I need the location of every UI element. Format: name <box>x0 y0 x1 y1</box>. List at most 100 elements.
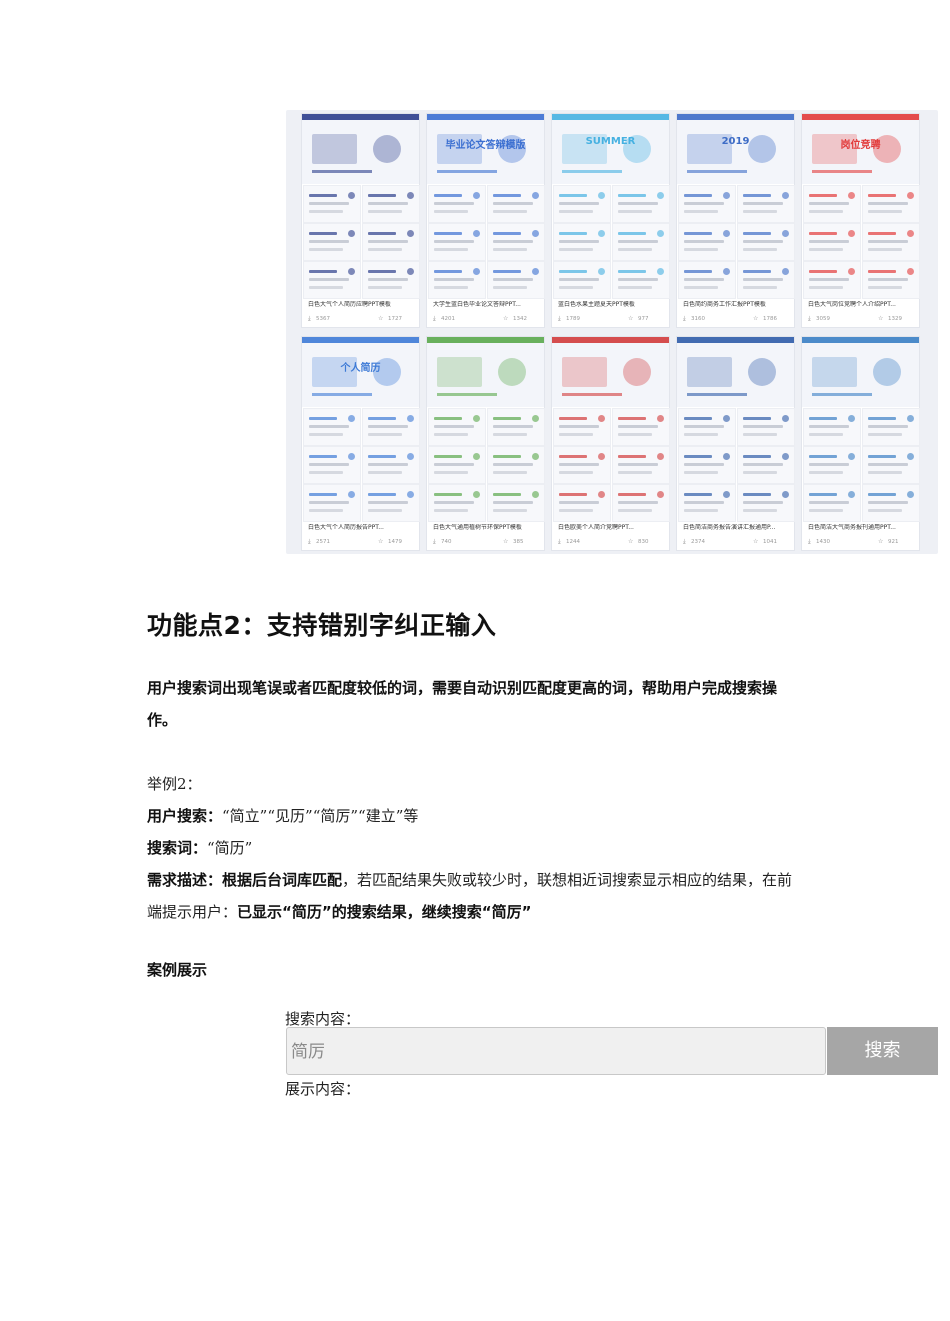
slide-preview <box>738 485 794 521</box>
download-icon: ⤓ <box>433 315 436 322</box>
template-title[interactable]: 白色简洁大气商务报刊通用PPT... <box>808 524 916 532</box>
template-title[interactable]: 白色大气个人简历应聘PPT模板 <box>308 301 416 309</box>
slide-preview <box>554 447 610 483</box>
download-icon: ⤓ <box>683 538 686 545</box>
star-icon[interactable]: ☆ <box>503 315 508 323</box>
slide-preview <box>613 447 669 483</box>
template-title-text: 白色简洁商务报告演讲汇报通用P... <box>683 524 776 531</box>
download-count: 740 <box>441 539 452 545</box>
slide-preview <box>613 485 669 521</box>
template-title[interactable]: 白色欧美个人简介竞聘PPT... <box>558 524 666 532</box>
slide-preview <box>679 224 735 260</box>
slide-preview <box>363 224 419 260</box>
template-title[interactable]: 白色简约商务工作汇报PPT模板 <box>683 301 791 309</box>
slide-preview <box>613 409 669 445</box>
star-icon[interactable]: ☆ <box>753 315 758 323</box>
template-stats: ⤓ 3160 ☆ 1786 <box>683 315 791 323</box>
slide-preview <box>804 224 860 260</box>
star-icon[interactable]: ☆ <box>503 538 508 546</box>
template-stats: ⤓ 4201 ☆ 1342 <box>433 315 541 323</box>
download-icon: ⤓ <box>308 538 311 545</box>
template-card[interactable]: 毕业论文答辩模版 大学生蓝白色毕业论文答辩PPT... ⤓ 4201 ☆ 1342 <box>427 114 544 327</box>
template-stats: ⤓ 740 ☆ 385 <box>433 538 541 546</box>
slide-preview <box>863 409 919 445</box>
search-term-line: 搜索词：“简历” <box>147 832 807 864</box>
template-card[interactable]: 岗位竞聘 白色大气岗位竞聘个人介绍PPT... ⤓ 3059 ☆ 1329 <box>802 114 919 327</box>
template-card[interactable]: 个人简历 白色大气个人简历报告PPT... ⤓ 2571 ☆ 1479 <box>302 337 419 550</box>
favorite-count: 830 <box>638 539 649 545</box>
slide-preview-grid <box>552 409 669 524</box>
template-title-text: 白色简洁大气商务报刊通用PPT... <box>808 524 896 531</box>
slide-preview <box>863 485 919 521</box>
download-count: 2571 <box>316 539 330 545</box>
template-title-text: 白色大气岗位竞聘个人介绍PPT... <box>808 301 896 308</box>
slide-preview <box>363 409 419 445</box>
template-thumbnail: 个人简历 <box>302 337 419 407</box>
slide-preview <box>679 262 735 298</box>
template-card[interactable]: 白色大气通用植树节环保PPT模板 ⤓ 740 ☆ 385 <box>427 337 544 550</box>
requirement-bold-2: 已显示“简历”的搜索结果，继续搜索“简厉” <box>237 903 532 921</box>
template-title-text: 白色欧美个人简介竞聘PPT... <box>558 524 634 531</box>
section-heading: 功能点2：支持错别字纠正输入 <box>147 611 497 640</box>
slide-preview <box>304 186 360 222</box>
template-thumbnail <box>677 337 794 407</box>
star-icon[interactable]: ☆ <box>878 315 883 323</box>
template-thumbnail: SUMMER <box>552 114 669 184</box>
slide-preview <box>738 262 794 298</box>
slide-preview <box>804 447 860 483</box>
search-content-label: 搜索内容： <box>285 1010 361 1028</box>
template-thumbnail <box>802 337 919 407</box>
slide-preview-grid <box>802 186 919 301</box>
slide-preview <box>738 409 794 445</box>
template-card[interactable]: SUMMER 蓝白色水果主题夏天PPT模板 ⤓ 1789 ☆ 977 <box>552 114 669 327</box>
download-count: 1244 <box>566 539 580 545</box>
template-title[interactable]: 白色大气岗位竞聘个人介绍PPT... <box>808 301 916 309</box>
template-card[interactable]: 白色欧美个人简介竞聘PPT... ⤓ 1244 ☆ 830 <box>552 337 669 550</box>
template-title-text: 白色简约商务工作汇报PPT模板 <box>683 301 766 308</box>
template-stats: ⤓ 5367 ☆ 1727 <box>308 315 416 323</box>
template-title[interactable]: 白色简洁商务报告演讲汇报通用P... <box>683 524 791 532</box>
star-icon[interactable]: ☆ <box>753 538 758 546</box>
download-icon: ⤓ <box>808 315 811 322</box>
template-thumbnail <box>552 337 669 407</box>
template-thumbnail: 2019 <box>677 114 794 184</box>
template-title[interactable]: 大学生蓝白色毕业论文答辩PPT... <box>433 301 541 309</box>
star-icon[interactable]: ☆ <box>878 538 883 546</box>
search-input[interactable] <box>289 1038 793 1060</box>
slide-preview <box>429 224 485 260</box>
slide-preview <box>613 186 669 222</box>
user-search-value: “简立”“见历”“简厉”“建立”等 <box>222 807 419 825</box>
template-title[interactable]: 蓝白色水果主题夏天PPT模板 <box>558 301 666 309</box>
search-button[interactable]: 搜索 <box>827 1027 938 1075</box>
favorite-count: 1727 <box>388 316 402 322</box>
slide-preview-grid <box>427 186 544 301</box>
slide-preview <box>488 485 544 521</box>
slide-preview <box>363 262 419 298</box>
star-icon[interactable]: ☆ <box>628 315 633 323</box>
template-title[interactable]: 白色大气通用植树节环保PPT模板 <box>433 524 541 532</box>
download-icon: ⤓ <box>308 315 311 322</box>
template-card[interactable]: 白色简洁大气商务报刊通用PPT... ⤓ 1430 ☆ 921 <box>802 337 919 550</box>
template-card[interactable]: 白色简洁商务报告演讲汇报通用P... ⤓ 2374 ☆ 1041 <box>677 337 794 550</box>
star-icon[interactable]: ☆ <box>628 538 633 546</box>
slide-preview-grid <box>677 186 794 301</box>
slide-preview <box>679 485 735 521</box>
slide-preview-grid <box>802 409 919 524</box>
star-icon[interactable]: ☆ <box>378 315 383 323</box>
requirement-bold: 根据后台词库匹配 <box>222 871 343 889</box>
search-term-label: 搜索词： <box>147 839 208 857</box>
slide-preview-grid <box>302 409 419 524</box>
thumbnail-text: 个人简历 <box>340 363 381 374</box>
download-count: 4201 <box>441 316 455 322</box>
slide-preview <box>804 186 860 222</box>
slide-preview <box>488 186 544 222</box>
template-card[interactable]: 2019 白色简约商务工作汇报PPT模板 ⤓ 3160 ☆ 1786 <box>677 114 794 327</box>
slide-preview <box>429 485 485 521</box>
slide-preview <box>554 485 610 521</box>
template-title[interactable]: 白色大气个人简历报告PPT... <box>308 524 416 532</box>
thumbnail-text: SUMMER <box>585 136 636 147</box>
slide-preview <box>804 262 860 298</box>
example-label: 举例2： <box>147 768 807 800</box>
template-card[interactable]: 白色大气个人简历应聘PPT模板 ⤓ 5367 ☆ 1727 <box>302 114 419 327</box>
star-icon[interactable]: ☆ <box>378 538 383 546</box>
